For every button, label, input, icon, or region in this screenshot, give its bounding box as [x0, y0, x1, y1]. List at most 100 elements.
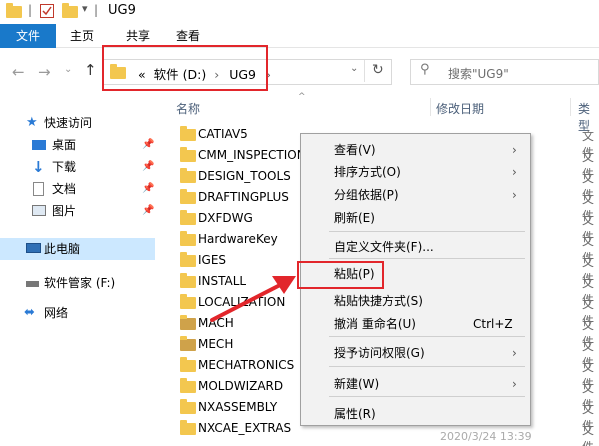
nav-label: 文档 — [52, 182, 77, 196]
tab-home[interactable]: 主页 — [62, 24, 102, 48]
nav-item-downloads[interactable]: ↓ 下载 📌 — [0, 156, 156, 178]
list-item[interactable]: MECH — [170, 334, 310, 355]
menu-item-paste-shortcut[interactable]: 粘贴快捷方式(S) — [334, 291, 423, 311]
ribbon: 文件 主页 共享 查看 — [0, 24, 599, 48]
modified-date-partial: 2020/3/24 13:39 — [440, 430, 532, 443]
menu-item-properties[interactable]: 属性(R) — [334, 404, 376, 424]
folder-icon — [180, 168, 196, 183]
menu-item-sort-by[interactable]: 排序方式(O) — [334, 162, 401, 182]
quick-access-divider: | — [28, 3, 33, 17]
file-name: DRAFTINGPLUS — [198, 190, 289, 204]
list-item[interactable]: CATIAV5 — [170, 124, 310, 145]
pin-icon[interactable]: 📌 — [142, 200, 154, 222]
nav-this-pc[interactable]: 此电脑 — [0, 238, 155, 260]
column-header-date[interactable]: 修改日期 — [436, 100, 484, 117]
pin-icon[interactable]: 📌 — [142, 178, 154, 200]
forward-arrow-icon[interactable]: → — [38, 63, 51, 81]
list-item[interactable]: IGES — [170, 250, 310, 271]
menu-item-customize-folder[interactable]: 自定义文件夹(F)... — [334, 237, 434, 257]
list-item[interactable]: DRAFTINGPLUS — [170, 187, 310, 208]
list-item[interactable]: HardwareKey — [170, 229, 310, 250]
customize-toolbar-icon[interactable]: ▾ — [82, 2, 88, 15]
folder-icon — [180, 147, 196, 162]
desktop-icon — [32, 140, 46, 150]
download-arrow-icon: ↓ — [32, 158, 45, 176]
tab-file[interactable]: 文件 — [0, 24, 56, 48]
file-type: 文件 — [582, 423, 595, 446]
list-item[interactable]: DXFDWG — [170, 208, 310, 229]
computer-icon — [26, 243, 41, 253]
list-item[interactable]: NXCAE_EXTRAS — [170, 418, 310, 439]
up-arrow-icon[interactable]: ↑ — [84, 61, 97, 79]
menu-item-refresh[interactable]: 刷新(E) — [334, 208, 375, 228]
list-item[interactable]: MECHATRONICS — [170, 355, 310, 376]
list-item[interactable]: MOLDWIZARD — [170, 376, 310, 397]
list-item[interactable]: NXASSEMBLY — [170, 397, 310, 418]
document-icon — [33, 182, 44, 196]
drive-icon — [26, 281, 39, 287]
nav-drive-f[interactable]: 软件管家 (F:) — [0, 272, 156, 294]
file-name: DESIGN_TOOLS — [198, 169, 291, 183]
recent-chevron-icon[interactable]: ⌄ — [64, 64, 72, 75]
picture-icon — [32, 205, 46, 216]
submenu-chevron-icon: › — [512, 188, 517, 202]
list-item[interactable]: LOCALIZATION — [170, 292, 310, 313]
back-arrow-icon[interactable]: ← — [12, 63, 25, 81]
folder-icon — [180, 273, 196, 288]
list-item[interactable]: INSTALL — [170, 271, 310, 292]
nav-label: 图片 — [52, 204, 77, 218]
menu-item-group-by[interactable]: 分组依据(P) — [334, 185, 399, 205]
network-icon: ⬌ — [24, 305, 35, 320]
submenu-chevron-icon: › — [512, 377, 517, 391]
refresh-icon[interactable]: ↻ — [372, 62, 384, 78]
file-name: DXFDWG — [198, 211, 253, 225]
folder-icon — [180, 294, 196, 309]
pin-icon[interactable]: 📌 — [142, 134, 154, 156]
file-name: MACH — [198, 316, 234, 330]
list-item[interactable]: MACH — [170, 313, 310, 334]
window-title: UG9 — [108, 3, 136, 18]
nav-label: 网络 — [44, 306, 69, 320]
nav-label: 软件管家 (F:) — [44, 276, 116, 290]
nav-item-documents[interactable]: 文档 📌 — [0, 178, 156, 200]
folder-icon — [6, 3, 22, 18]
menu-separator — [329, 366, 525, 367]
search-placeholder: 搜索"UG9" — [448, 67, 509, 81]
address-divider — [364, 60, 365, 82]
file-name: NXASSEMBLY — [198, 400, 278, 414]
folder-icon — [180, 210, 196, 225]
nav-label: 快速访问 — [44, 116, 93, 130]
list-item[interactable]: CMM_INSPECTION — [170, 145, 310, 166]
menu-item-give-access[interactable]: 授予访问权限(G) — [334, 343, 425, 363]
menu-item-view[interactable]: 查看(V) — [334, 140, 376, 160]
address-dropdown-icon[interactable]: ⌄ — [350, 63, 358, 74]
menu-separator — [329, 336, 525, 337]
pin-icon[interactable]: 📌 — [142, 156, 154, 178]
file-name: MOLDWIZARD — [198, 379, 284, 393]
menu-item-undo-rename[interactable]: 撤消 重命名(U) — [334, 314, 416, 334]
nav-quick-access[interactable]: ★ 快速访问 — [0, 112, 156, 134]
search-icon: ⚲ — [420, 62, 430, 77]
file-name: LOCALIZATION — [198, 295, 286, 309]
column-header-row: 名称 ^ 修改日期 类型 — [170, 92, 599, 133]
folder-icon — [180, 357, 196, 372]
nav-network[interactable]: ⬌ 网络 — [0, 302, 156, 324]
nav-item-pictures[interactable]: 图片 📌 — [0, 200, 156, 222]
file-name: CMM_INSPECTION — [198, 148, 306, 162]
address-highlight-box — [102, 45, 268, 91]
folder-icon — [180, 378, 196, 393]
menu-item-new[interactable]: 新建(W) — [334, 374, 379, 394]
folder-icon — [180, 336, 196, 351]
submenu-chevron-icon: › — [512, 346, 517, 360]
file-name: CATIAV5 — [198, 127, 248, 141]
column-header-name[interactable]: 名称 — [176, 100, 200, 117]
menu-shortcut: Ctrl+Z — [473, 317, 513, 331]
file-name: HardwareKey — [198, 232, 278, 246]
file-name: MECH — [198, 337, 234, 351]
folder-icon — [180, 399, 196, 414]
nav-item-desktop[interactable]: 桌面 📌 — [0, 134, 156, 156]
file-name: MECHATRONICS — [198, 358, 295, 372]
list-item[interactable]: DESIGN_TOOLS — [170, 166, 310, 187]
properties-icon[interactable] — [40, 4, 54, 18]
new-folder-icon[interactable] — [62, 3, 78, 18]
